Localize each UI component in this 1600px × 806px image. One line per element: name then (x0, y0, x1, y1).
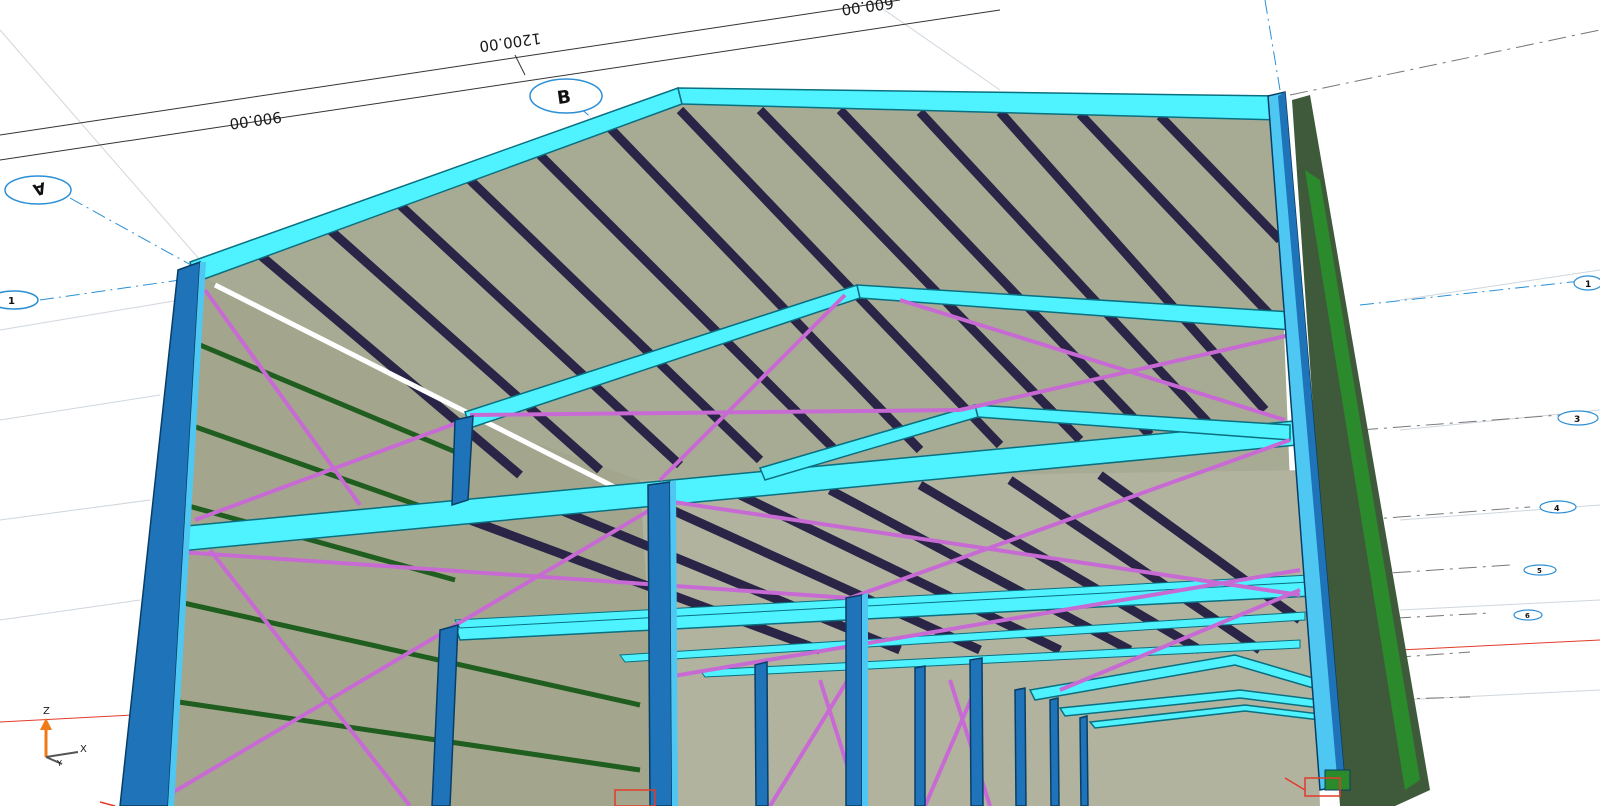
grid-bubble-circle (0, 290, 39, 310)
grid-axis-label: 6 (1525, 612, 1530, 620)
structure-3d-view[interactable]: 900.00 1200.00 600.00 A B 1 1 3 4 5 6 Z … (0, 0, 1600, 806)
column-front-center[interactable] (647, 481, 673, 806)
grid-bubble-B[interactable]: B (529, 78, 603, 114)
dimension-label: 1200.00 (478, 29, 542, 55)
dimension-label: 600.00 (840, 0, 894, 19)
column-back-4[interactable] (1014, 687, 1027, 806)
column-back-3[interactable] (969, 657, 984, 806)
grid-axis-label: 1 (1585, 280, 1591, 290)
triad-z-label: Z (43, 706, 50, 717)
grid-bubble-A[interactable]: A (4, 175, 72, 205)
grid-axis-label: 5 (1537, 567, 1542, 575)
grid-bubble-left-1[interactable]: 1 (0, 290, 39, 310)
triad-x-label: X (80, 744, 87, 755)
grid-axis-label: 1 (8, 296, 15, 307)
column-back-1[interactable] (754, 661, 769, 806)
grid-axis-label: 4 (1554, 504, 1560, 513)
triad-y-label: Y (56, 759, 62, 768)
column-back-6[interactable] (1079, 715, 1089, 806)
column-base-plate (1324, 769, 1351, 791)
dimension-label: 900.00 (228, 108, 282, 133)
column-back-2[interactable] (914, 665, 926, 806)
origin-x-line (1399, 639, 1600, 651)
column-back-5[interactable] (1049, 697, 1060, 806)
grid-bubbles-right[interactable]: 1 3 4 5 6 (1513, 275, 1600, 621)
axis-triad: Z X Y (40, 706, 87, 768)
model-viewport[interactable]: 900.00 1200.00 600.00 A B 1 1 3 4 5 6 Z … (0, 0, 1600, 806)
grid-axis-label: 3 (1574, 415, 1580, 425)
grid-axis-label: B (556, 86, 573, 109)
column-center[interactable] (845, 594, 863, 806)
